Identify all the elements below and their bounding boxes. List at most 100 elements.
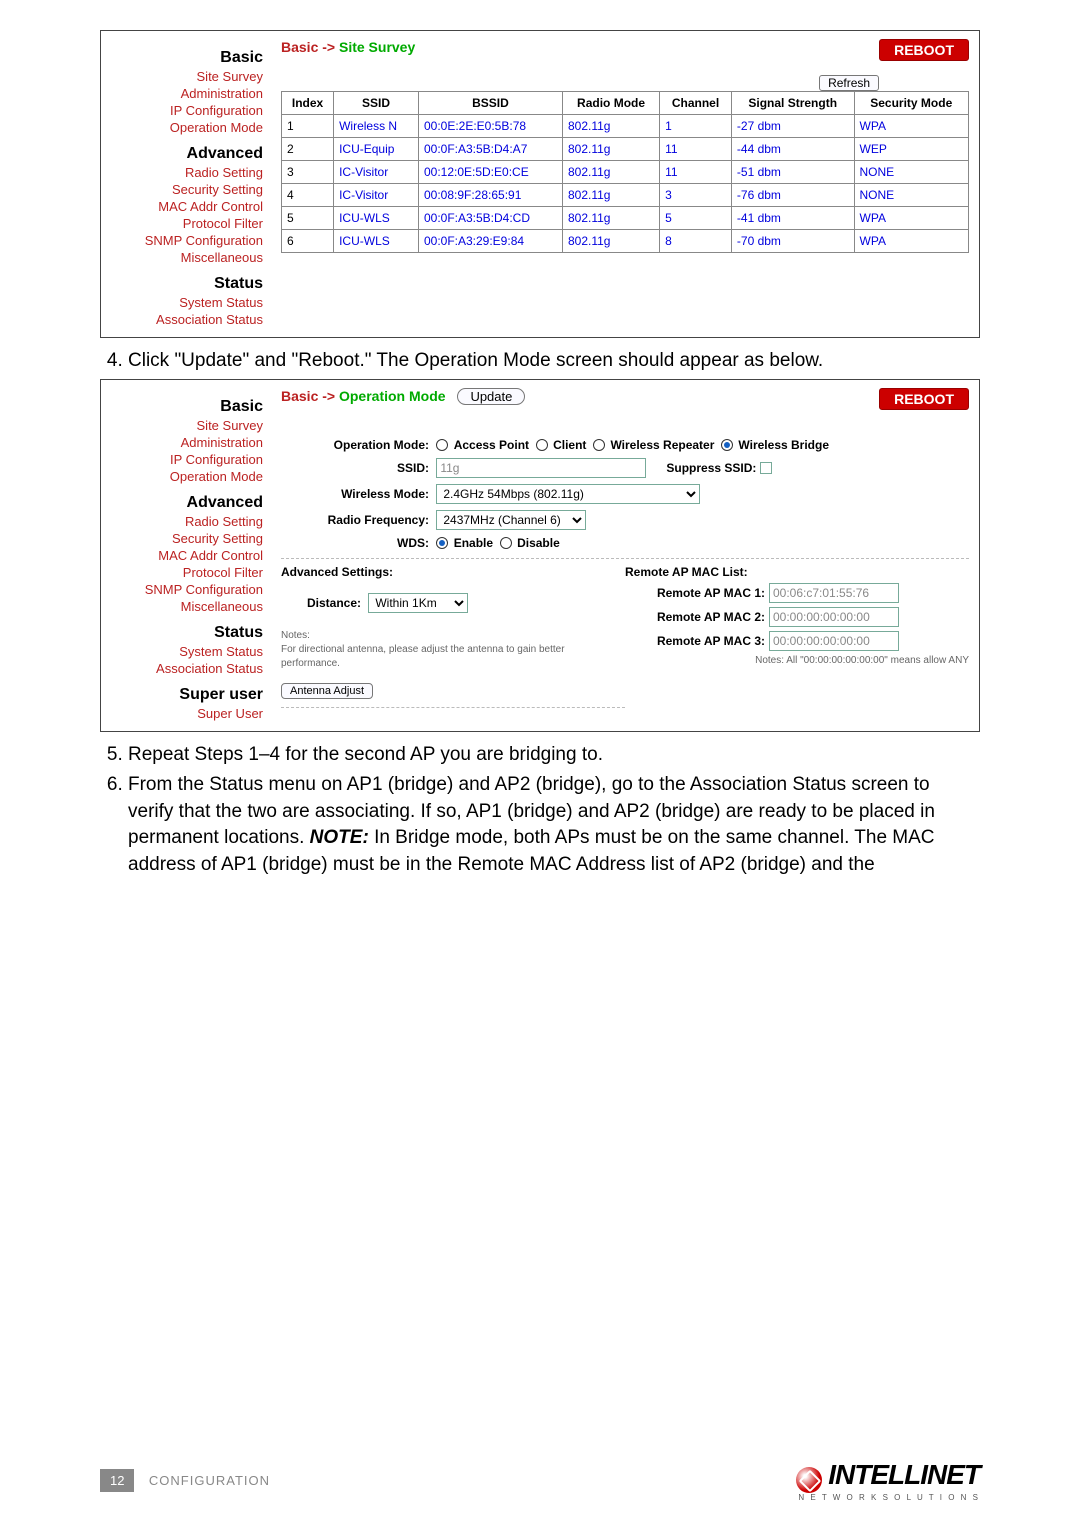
reboot-button[interactable]: REBOOT [879, 39, 969, 61]
advanced-settings-header: Advanced Settings: [281, 565, 393, 579]
op-mode-radio-2[interactable] [593, 439, 605, 451]
remote-mac-input-1[interactable] [769, 583, 899, 603]
th-radio-mode: Radio Mode [562, 92, 659, 115]
remote-mac-label-1: Remote AP MAC 1: [625, 586, 765, 600]
op-mode-radio-0[interactable] [436, 439, 448, 451]
th-ssid: SSID [334, 92, 419, 115]
sidebar-administration[interactable]: Administration [105, 86, 263, 101]
distance-label: Distance: [281, 596, 361, 610]
sidebar-protocol-filter[interactable]: Protocol Filter [105, 216, 263, 231]
step-4: Click "Update" and "Reboot." The Operati… [128, 348, 980, 375]
sidebar: Basic Site Survey Administration IP Conf… [101, 31, 271, 337]
radio-freq-select[interactable]: 2437MHz (Channel 6) [436, 510, 586, 530]
sidebar-radio-setting[interactable]: Radio Setting [105, 165, 263, 180]
doc-list-4: Click "Update" and "Reboot." The Operati… [128, 348, 980, 375]
sidebar-system-status[interactable]: System Status [105, 295, 263, 310]
sidebar-ip-config-2[interactable]: IP Configuration [105, 452, 263, 467]
th-bssid: BSSID [418, 92, 562, 115]
sidebar-operation-mode[interactable]: Operation Mode [105, 120, 263, 135]
radio-freq-label: Radio Frequency: [281, 513, 429, 527]
sidebar-miscellaneous-2[interactable]: Miscellaneous [105, 599, 263, 614]
operation-mode-screenshot: Basic Site Survey Administration IP Conf… [100, 379, 980, 732]
sidebar-super-user[interactable]: Super User [105, 706, 263, 721]
suppress-ssid-checkbox[interactable] [760, 462, 772, 474]
th-security: Security Mode [854, 92, 968, 115]
side-h-basic: Basic [105, 49, 263, 67]
step-5: Repeat Steps 1–4 for the second AP you a… [128, 742, 980, 769]
sidebar-system-status-2[interactable]: System Status [105, 644, 263, 659]
remote-mac-input-3[interactable] [769, 631, 899, 651]
distance-select[interactable]: Within 1Km [368, 593, 468, 613]
side-h-super: Super user [105, 686, 263, 704]
table-row: 6ICU-WLS00:0F:A3:29:E9:84802.11g8-70 dbm… [282, 230, 969, 253]
side-h-advanced-2: Advanced [105, 494, 263, 512]
sidebar-miscellaneous[interactable]: Miscellaneous [105, 250, 263, 265]
breadcrumb: Basic -> Site Survey [281, 39, 415, 55]
survey-header-row: Index SSID BSSID Radio Mode Channel Sign… [282, 92, 969, 115]
sidebar-administration-2[interactable]: Administration [105, 435, 263, 450]
side-h-advanced: Advanced [105, 145, 263, 163]
survey-table: Index SSID BSSID Radio Mode Channel Sign… [281, 91, 969, 253]
crumb-basic-2: Basic [281, 388, 318, 404]
remote-mac-input-2[interactable] [769, 607, 899, 627]
side-h-status: Status [105, 275, 263, 293]
sidebar-site-survey[interactable]: Site Survey [105, 69, 263, 84]
breadcrumb-2: Basic -> Operation Mode [281, 388, 449, 404]
sidebar-association-status-2[interactable]: Association Status [105, 661, 263, 676]
table-row: 3IC-Visitor00:12:0E:5D:E0:CE802.11g11-51… [282, 161, 969, 184]
sidebar-association-status[interactable]: Association Status [105, 312, 263, 327]
step-6: From the Status menu on AP1 (bridge) and… [128, 772, 980, 878]
crumb-basic: Basic [281, 39, 318, 55]
th-channel: Channel [660, 92, 732, 115]
update-button[interactable]: Update [457, 388, 525, 405]
sidebar-site-survey-2[interactable]: Site Survey [105, 418, 263, 433]
site-survey-screenshot: Basic Site Survey Administration IP Conf… [100, 30, 980, 338]
table-row: 5ICU-WLS00:0F:A3:5B:D4:CD802.11g5-41 dbm… [282, 207, 969, 230]
suppress-ssid-label: Suppress SSID: [666, 461, 756, 475]
th-signal: Signal Strength [731, 92, 854, 115]
notes-body: For directional antenna, please adjust t… [281, 644, 565, 669]
step-6-note: NOTE: [310, 827, 369, 848]
side-h-basic-2: Basic [105, 398, 263, 416]
th-index: Index [282, 92, 334, 115]
page-number: 12 [100, 1469, 134, 1492]
crumb-operation-mode: Operation Mode [339, 388, 446, 404]
op-mode-radio-3[interactable] [721, 439, 733, 451]
op-main: Basic -> Operation Mode Update REBOOT Op… [271, 380, 979, 731]
crumb-arrow-2: -> [322, 388, 335, 404]
brand-tagline: N E T W O R K S O L U T I O N S [796, 1493, 980, 1502]
sidebar-snmp-config[interactable]: SNMP Configuration [105, 233, 263, 248]
sidebar-operation-mode-2[interactable]: Operation Mode [105, 469, 263, 484]
sidebar-protocol-filter-2[interactable]: Protocol Filter [105, 565, 263, 580]
brand-name: INTELLINET [828, 1459, 980, 1490]
operation-mode-label: Operation Mode: [281, 438, 429, 452]
sidebar-mac-addr-control[interactable]: MAC Addr Control [105, 199, 263, 214]
wireless-mode-select[interactable]: 2.4GHz 54Mbps (802.11g) [436, 484, 700, 504]
op-mode-radio-1[interactable] [536, 439, 548, 451]
remote-mac-note: Notes: All "00:00:00:00:00:00" means all… [625, 655, 969, 666]
sidebar-mac-addr-control-2[interactable]: MAC Addr Control [105, 548, 263, 563]
wds-radio-1[interactable] [500, 537, 512, 549]
wireless-mode-label: Wireless Mode: [281, 487, 429, 501]
sidebar-security-setting-2[interactable]: Security Setting [105, 531, 263, 546]
sidebar-radio-setting-2[interactable]: Radio Setting [105, 514, 263, 529]
notes-header: Notes: [281, 630, 310, 641]
sidebar-ip-config[interactable]: IP Configuration [105, 103, 263, 118]
table-row: 4IC-Visitor00:08:9F:28:65:91802.11g3-76 … [282, 184, 969, 207]
wds-radio-0[interactable] [436, 537, 448, 549]
table-row: 2ICU-Equip00:0F:A3:5B:D4:A7802.11g11-44 … [282, 138, 969, 161]
page-footer: 12 CONFIGURATION INTELLINET N E T W O R … [100, 1459, 980, 1502]
table-row: 1Wireless N00:0E:2E:E0:5B:78802.11g1-27 … [282, 115, 969, 138]
ssid-label: SSID: [281, 461, 429, 475]
sidebar-security-setting[interactable]: Security Setting [105, 182, 263, 197]
footer-section: CONFIGURATION [149, 1473, 270, 1488]
ssid-input[interactable] [436, 458, 646, 478]
sidebar-snmp-config-2[interactable]: SNMP Configuration [105, 582, 263, 597]
reboot-button-2[interactable]: REBOOT [879, 388, 969, 410]
crumb-arrow: -> [322, 39, 335, 55]
antenna-adjust-button[interactable]: Antenna Adjust [281, 683, 373, 699]
side-h-status-2: Status [105, 624, 263, 642]
refresh-button[interactable]: Refresh [819, 75, 879, 91]
brand-logo-icon [796, 1467, 822, 1493]
operation-mode-line: Operation Mode: Access Point Client Wire… [281, 438, 969, 452]
